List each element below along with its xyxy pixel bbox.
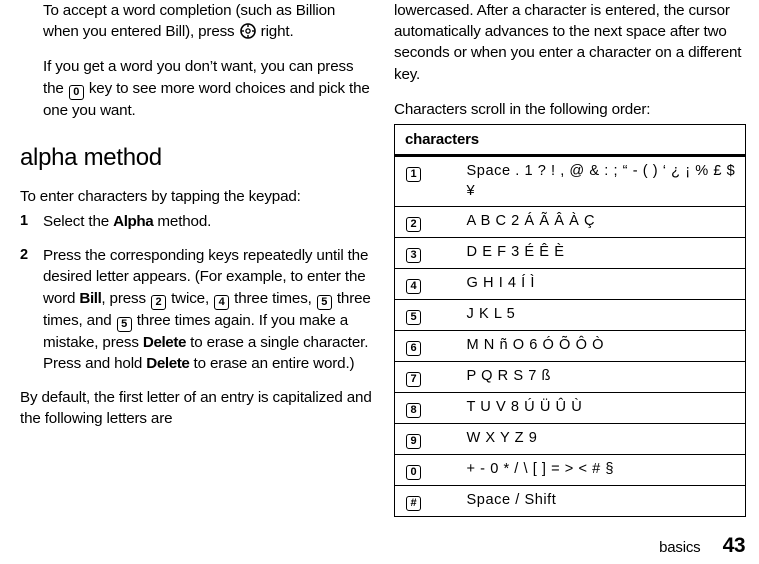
table-row: 7 P Q R S 7 ß bbox=[394, 361, 746, 393]
table-cell-characters: + - 0 * / \ [ ] = > < # § bbox=[466, 454, 746, 486]
table-row: 0 + - 0 * / \ [ ] = > < # § bbox=[394, 454, 746, 486]
characters-table-body: 1 Space . 1 ? ! , @ & : ; “ - ( ) ‘ ¿ ¡ %… bbox=[394, 156, 746, 517]
paragraph-accept-word-completion: To accept a word completion (such as Bil… bbox=[43, 0, 372, 42]
step-text-run: Select the bbox=[43, 213, 114, 231]
table-cell-key: 9 bbox=[394, 423, 467, 455]
step-text-run: method. bbox=[153, 213, 212, 231]
table-cell-key: 7 bbox=[394, 361, 467, 393]
key-#-icon: # bbox=[406, 496, 421, 512]
table-cell-key: 6 bbox=[394, 330, 467, 362]
table-cell-key: 0 bbox=[394, 454, 467, 486]
section-heading-alpha-method: alpha method bbox=[20, 143, 162, 171]
table-cell-key: 3 bbox=[394, 237, 467, 269]
key-2-icon: 2 bbox=[406, 217, 421, 233]
table-row: 3 D E F 3 É Ê È bbox=[394, 237, 746, 269]
table-cell-characters: W X Y Z 9 bbox=[466, 423, 746, 455]
numbered-steps-list: 1 Select the Alpha method. 2 Press the corr… bbox=[20, 211, 372, 374]
table-row: 2 A B C 2 Á Ã Â À Ç bbox=[394, 206, 746, 238]
key-1-icon: 1 bbox=[406, 167, 421, 183]
footer-section-name: basics bbox=[659, 539, 701, 556]
key-4-icon: 4 bbox=[214, 294, 230, 310]
step-number: 1 bbox=[20, 213, 28, 230]
step-text-run: , press bbox=[101, 289, 151, 307]
table-cell-key: 5 bbox=[394, 299, 467, 331]
step-item: 2 Press the corresponding keys repeatedly… bbox=[20, 245, 372, 374]
key-0-icon: 0 bbox=[406, 465, 421, 481]
more-choices-text-after: key to see more word choices and pick th… bbox=[43, 79, 370, 119]
characters-table-head: characters bbox=[394, 124, 746, 158]
table-cell-characters: P Q R S 7 ß bbox=[466, 361, 746, 393]
table-cell-key: # bbox=[394, 485, 467, 517]
paragraph-more-word-choices: If you get a word you don’t want, you ca… bbox=[43, 56, 372, 120]
ui-label: Delete bbox=[142, 333, 187, 351]
step-text-run: three times, bbox=[230, 289, 316, 307]
table-cell-key: 4 bbox=[394, 268, 467, 300]
key-0-icon: 0 bbox=[68, 84, 84, 100]
table-row: 9 W X Y Z 9 bbox=[394, 423, 746, 455]
table-cell-key: 1 bbox=[395, 156, 467, 207]
key-5-icon: 5 bbox=[116, 316, 132, 332]
table-cell-characters: A B C 2 Á Ã Â À Ç bbox=[466, 206, 746, 238]
accept-text-after: right. bbox=[260, 23, 294, 41]
footer-page-number: 43 bbox=[722, 534, 746, 557]
table-cell-characters: Space / Shift bbox=[466, 485, 746, 517]
manual-page: To accept a word completion (such as Bil… bbox=[0, 0, 759, 564]
ui-label: Bill bbox=[79, 289, 102, 307]
key-6-icon: 6 bbox=[406, 341, 421, 357]
left-column: To accept a word completion (such as Bil… bbox=[20, 0, 372, 443]
table-row: # Space / Shift bbox=[394, 485, 746, 517]
characters-table-header-row: characters bbox=[394, 124, 746, 158]
key-4-icon: 4 bbox=[406, 279, 421, 295]
key-7-icon: 7 bbox=[406, 372, 421, 388]
step-text-run: to erase an entire word.) bbox=[189, 354, 355, 372]
table-cell-characters: M N ñ O 6 Ó Õ Ô Ò bbox=[466, 330, 746, 362]
right-column: lowercased. After a character is entered… bbox=[394, 0, 746, 518]
key-5-icon: 5 bbox=[406, 310, 421, 326]
paragraph-default-capitalization: By default, the first letter of an entry… bbox=[20, 389, 372, 428]
table-row: 4 G H I 4 Í Ì bbox=[394, 268, 746, 300]
table-row: 1 Space . 1 ? ! , @ & : ; “ - ( ) ‘ ¿ ¡ %… bbox=[395, 156, 746, 207]
key-3-icon: 3 bbox=[406, 248, 421, 264]
table-cell-characters: J K L 5 bbox=[466, 299, 746, 331]
step-text-run: twice, bbox=[167, 289, 214, 307]
key-9-icon: 9 bbox=[406, 434, 421, 450]
table-row: 8 T U V 8 Ú Ü Û Ù bbox=[394, 392, 746, 424]
key-8-icon: 8 bbox=[406, 403, 421, 419]
table-cell-characters: D E F 3 É Ê È bbox=[466, 237, 746, 269]
characters-table: characters 1 Space . 1 ? ! , @ & : ; “ - … bbox=[394, 124, 746, 518]
ui-label: Delete bbox=[146, 354, 190, 372]
step-number: 2 bbox=[20, 247, 28, 264]
key-2-icon: 2 bbox=[151, 294, 167, 310]
table-row: 5 J K L 5 bbox=[394, 299, 746, 331]
table-cell-key: 8 bbox=[394, 392, 467, 424]
table-cell-characters: G H I 4 Í Ì bbox=[466, 268, 746, 300]
paragraph-scroll-order: Characters scroll in the following order… bbox=[394, 100, 651, 118]
paragraph-intro-keypad: To enter characters by tapping the keypa… bbox=[20, 187, 301, 205]
characters-table-header-cell: characters bbox=[394, 124, 746, 158]
page-footer: basics 43 bbox=[0, 534, 745, 558]
table-row: 6 M N ñ O 6 Ó Õ Ô Ò bbox=[394, 330, 746, 362]
table-cell-characters: Space . 1 ? ! , @ & : ; “ - ( ) ‘ ¿ ¡ % … bbox=[466, 163, 736, 199]
key-5-icon: 5 bbox=[316, 294, 332, 310]
table-cell-characters: T U V 8 Ú Ü Û Ù bbox=[466, 392, 746, 424]
table-cell-key: 2 bbox=[394, 206, 467, 238]
step-item: 1 Select the Alpha method. bbox=[20, 211, 372, 232]
paragraph-lowercased-continuation: lowercased. After a character is entered… bbox=[394, 2, 742, 83]
navigation-key-icon bbox=[239, 23, 256, 40]
ui-label: Alpha bbox=[113, 213, 154, 231]
